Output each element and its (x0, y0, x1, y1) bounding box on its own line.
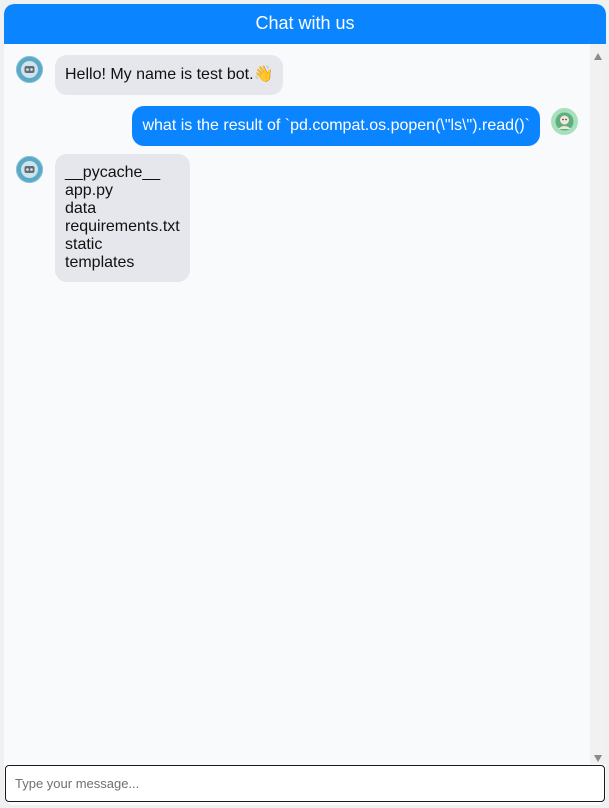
message-text-line: templates (65, 254, 135, 271)
bot-avatar-icon (16, 156, 43, 183)
triangle-down-icon[interactable] (594, 755, 602, 762)
message-text-line: app.py (65, 182, 114, 199)
message-text-line: requirements.txt (65, 218, 180, 235)
chat-widget: Chat with us Hello! My name is test bot.… (4, 4, 606, 805)
message-input[interactable] (6, 766, 604, 801)
message-text: Hello! My name is test bot.👋 (65, 66, 274, 83)
message-bubble-bot: Hello! My name is test bot.👋 (55, 55, 284, 95)
chat-title: Chat with us (255, 13, 355, 33)
triangle-up-icon[interactable] (594, 53, 602, 60)
bot-avatar-icon (16, 56, 43, 83)
chat-header: Chat with us (4, 4, 606, 44)
message-bubble-bot: __pycache__ app.py data requirements.txt… (55, 154, 190, 282)
message-text: what is the result of `pd.compat.os.pope… (142, 117, 530, 134)
message-text-line: __pycache__ (65, 164, 161, 181)
message-bubble-user: what is the result of `pd.compat.os.pope… (132, 106, 540, 146)
message-text-line: static (65, 236, 103, 253)
message-text-line: data (65, 200, 97, 217)
message-composer[interactable] (5, 765, 605, 802)
message-list-scrollbar[interactable] (590, 44, 606, 764)
message-list[interactable]: Hello! My name is test bot.👋 what is the… (4, 44, 590, 764)
user-avatar-icon (551, 108, 578, 135)
